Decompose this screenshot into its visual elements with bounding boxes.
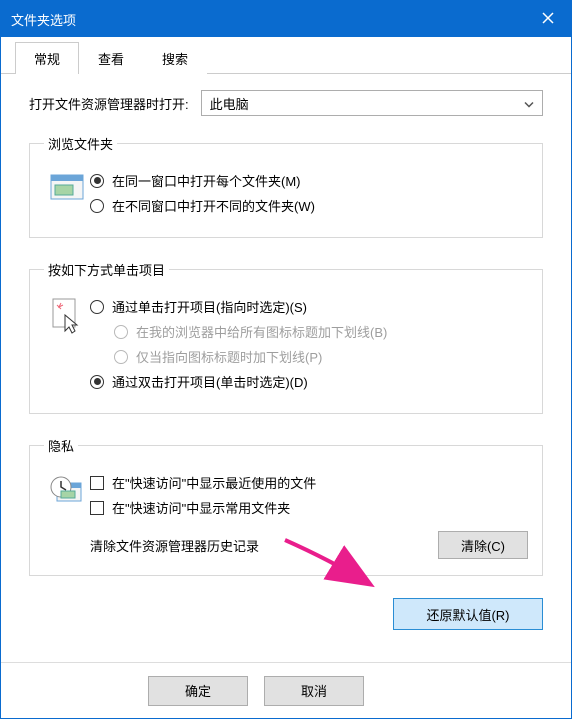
radio-label: 在同一窗口中打开每个文件夹(M) — [112, 171, 301, 190]
checkbox-show-recent[interactable]: 在"快速访问"中显示最近使用的文件 — [90, 473, 528, 492]
clear-history-row: 清除文件资源管理器历史记录 清除(C) — [90, 531, 528, 559]
tab-search[interactable]: 搜索 — [143, 42, 207, 74]
radio-icon — [90, 199, 104, 213]
checkbox-icon — [90, 501, 104, 515]
radio-icon — [90, 300, 104, 314]
tab-label: 常规 — [34, 52, 60, 67]
button-label: 确定 — [185, 681, 211, 700]
cursor-click-icon — [44, 291, 90, 397]
button-label: 清除(C) — [461, 536, 505, 555]
privacy-group: 隐私 在"快速访问"中显示最近使用的文件 在"快速访问"中显示常用文件夹 — [29, 436, 543, 576]
radio-underline-browser: 在我的浏览器中给所有图标标题加下划线(B) — [114, 322, 528, 341]
clear-label: 清除文件资源管理器历史记录 — [90, 536, 259, 555]
restore-defaults-button[interactable]: 还原默认值(R) — [393, 598, 543, 630]
radio-label: 在我的浏览器中给所有图标标题加下划线(B) — [136, 322, 387, 341]
radio-label: 通过单击打开项目(指向时选定)(S) — [112, 297, 307, 316]
close-icon — [542, 12, 554, 27]
radio-label: 在不同窗口中打开不同的文件夹(W) — [112, 196, 315, 215]
radio-single-click[interactable]: 通过单击打开项目(指向时选定)(S) — [90, 297, 528, 316]
open-explorer-combobox[interactable]: 此电脑 — [201, 90, 543, 116]
tab-general[interactable]: 常规 — [15, 42, 79, 74]
combo-value: 此电脑 — [210, 94, 249, 113]
tab-content-general: 打开文件资源管理器时打开: 此电脑 浏览文件夹 在同一 — [1, 74, 571, 662]
open-explorer-row: 打开文件资源管理器时打开: 此电脑 — [29, 90, 543, 116]
checkbox-icon — [90, 476, 104, 490]
tab-view[interactable]: 查看 — [79, 42, 143, 74]
browse-folders-group: 浏览文件夹 在同一窗口中打开每个文件夹(M) 在不同窗口中打开不同的文件夹(W) — [29, 134, 543, 238]
radio-icon — [114, 350, 128, 364]
history-clock-icon — [44, 467, 90, 559]
radio-double-click[interactable]: 通过双击打开项目(单击时选定)(D) — [90, 372, 528, 391]
close-button[interactable] — [525, 1, 571, 37]
checkbox-label: 在"快速访问"中显示常用文件夹 — [112, 498, 290, 517]
open-explorer-label: 打开文件资源管理器时打开: — [29, 94, 189, 113]
tab-label: 查看 — [98, 52, 124, 67]
ok-button[interactable]: 确定 — [148, 676, 248, 706]
clear-button[interactable]: 清除(C) — [438, 531, 528, 559]
titlebar: 文件夹选项 — [1, 1, 571, 37]
radio-label: 仅当指向图标标题时加下划线(P) — [136, 347, 322, 366]
radio-icon — [90, 174, 104, 188]
button-label: 取消 — [301, 681, 327, 700]
radio-icon — [114, 325, 128, 339]
radio-label: 通过双击打开项目(单击时选定)(D) — [112, 372, 308, 391]
folder-options-dialog: 文件夹选项 常规 查看 搜索 打开文件资源管理器时打开: 此电脑 浏览文件夹 — [0, 0, 572, 719]
dialog-footer: 确定 取消 — [1, 662, 571, 718]
privacy-group-legend: 隐私 — [44, 436, 78, 455]
browse-group-legend: 浏览文件夹 — [44, 134, 117, 153]
button-label: 还原默认值(R) — [426, 605, 509, 624]
radio-icon — [90, 375, 104, 389]
folder-window-icon — [44, 165, 90, 221]
cancel-button[interactable]: 取消 — [264, 676, 364, 706]
radio-new-window[interactable]: 在不同窗口中打开不同的文件夹(W) — [90, 196, 528, 215]
click-group-legend: 按如下方式单击项目 — [44, 260, 169, 279]
dialog-title: 文件夹选项 — [11, 10, 525, 29]
tab-label: 搜索 — [162, 52, 188, 67]
checkbox-show-frequent[interactable]: 在"快速访问"中显示常用文件夹 — [90, 498, 528, 517]
restore-row: 还原默认值(R) — [29, 598, 543, 630]
click-items-group: 按如下方式单击项目 通过单击打开项目(指向时选定)(S) 在我的浏览器中给所有图… — [29, 260, 543, 414]
chevron-down-icon — [524, 96, 534, 111]
radio-underline-point: 仅当指向图标标题时加下划线(P) — [114, 347, 528, 366]
tab-strip: 常规 查看 搜索 — [1, 37, 571, 74]
checkbox-label: 在"快速访问"中显示最近使用的文件 — [112, 473, 316, 492]
radio-same-window[interactable]: 在同一窗口中打开每个文件夹(M) — [90, 171, 528, 190]
